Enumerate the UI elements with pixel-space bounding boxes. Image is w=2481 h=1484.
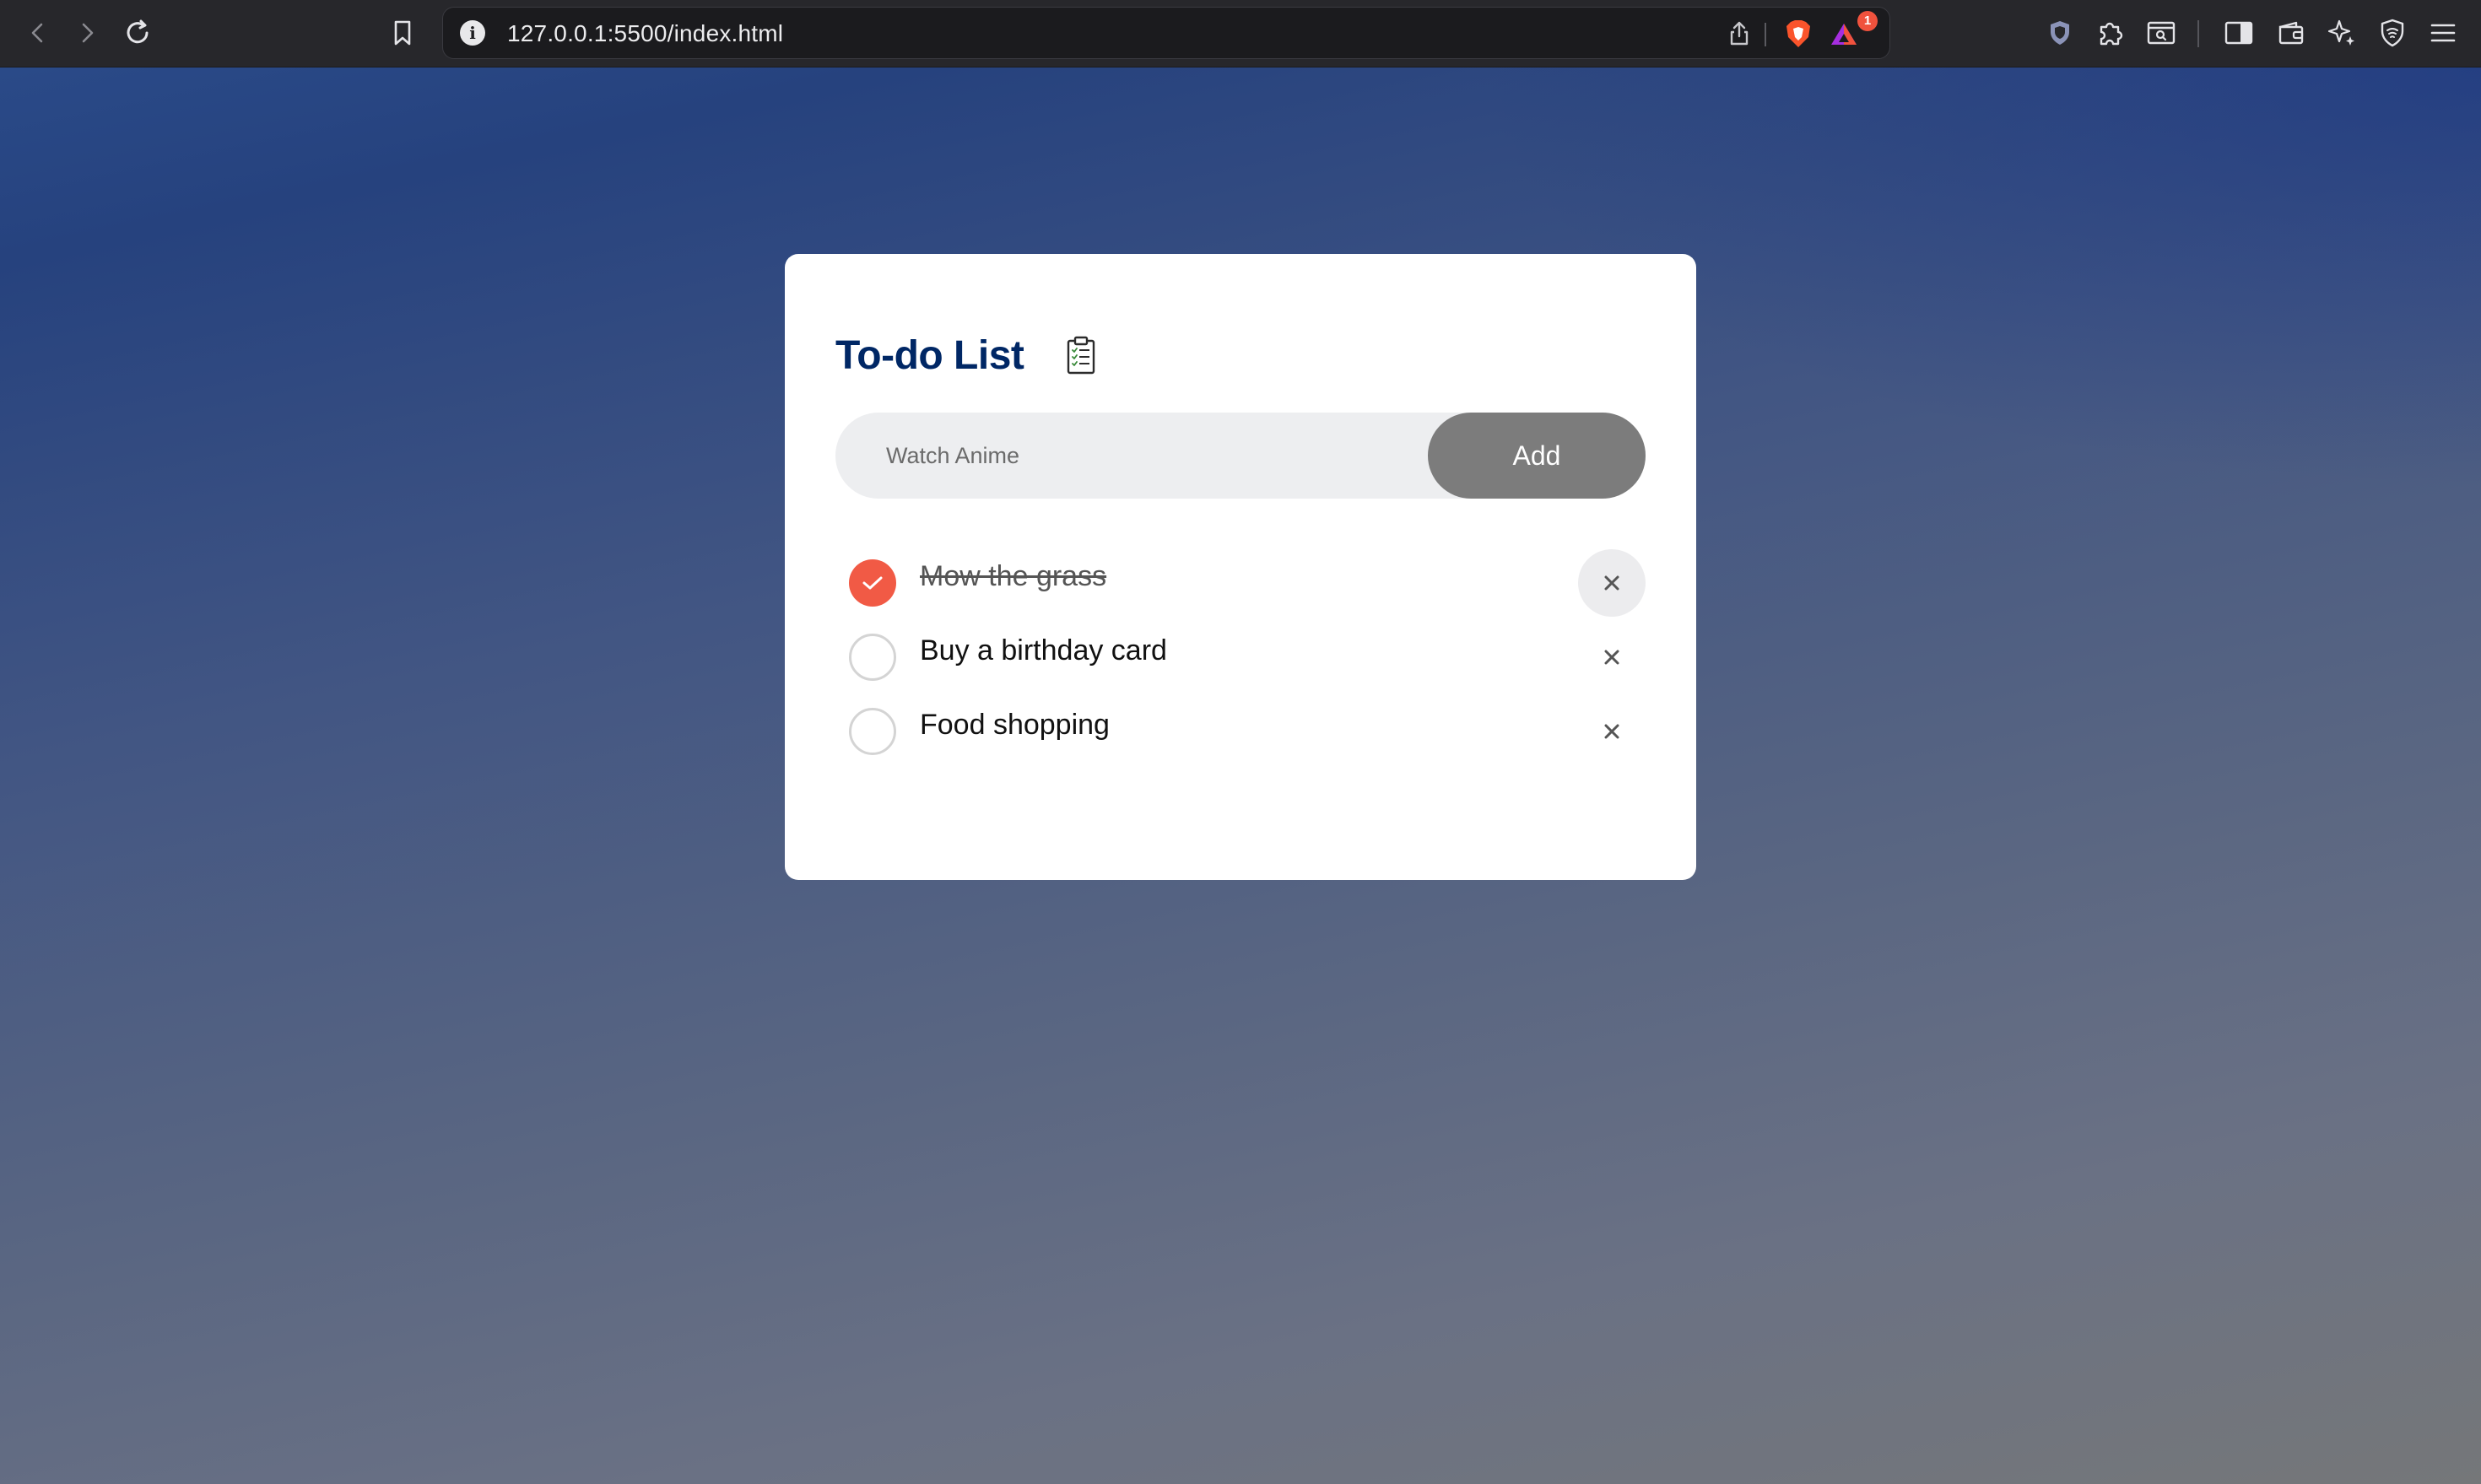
close-icon <box>1604 724 1619 739</box>
task-item[interactable]: Buy a birthday card <box>835 620 1646 694</box>
notification-badge: 1 <box>1857 11 1878 31</box>
remove-task-button[interactable] <box>1578 623 1646 691</box>
url-text[interactable]: 127.0.0.1:5500/index.html <box>507 8 783 60</box>
task-label[interactable]: Food shopping <box>920 706 1110 743</box>
shield-icon[interactable] <box>2370 10 2415 56</box>
browser-toolbar: i 127.0.0.1:5500/index.html 1 <box>0 0 2481 67</box>
clipboard-icon <box>1064 335 1098 375</box>
brave-shields-icon[interactable] <box>1781 17 1815 51</box>
brave-rewards-icon[interactable] <box>1827 17 1861 51</box>
site-info-icon[interactable]: i <box>460 20 485 46</box>
page-title: To-do List <box>835 332 1024 378</box>
task-item[interactable]: Mow the grass <box>835 546 1646 620</box>
task-checkbox-checked[interactable] <box>849 559 896 607</box>
title-row: To-do List <box>835 328 1098 382</box>
reload-icon[interactable] <box>115 10 160 56</box>
task-list: Mow the grass Buy a birthday card Food s… <box>835 546 1646 769</box>
back-icon[interactable] <box>15 10 61 56</box>
add-button[interactable]: Add <box>1428 413 1646 499</box>
close-icon <box>1604 575 1619 591</box>
todo-card: To-do List Add <box>785 254 1696 880</box>
task-input[interactable] <box>886 413 1409 499</box>
close-icon <box>1604 650 1619 665</box>
task-label[interactable]: Mow the grass <box>920 558 1106 595</box>
vpn-icon[interactable] <box>2037 10 2083 56</box>
task-label[interactable]: Buy a birthday card <box>920 632 1167 669</box>
forward-icon[interactable] <box>64 10 110 56</box>
bookmark-icon[interactable] <box>380 10 425 56</box>
task-checkbox[interactable] <box>849 708 896 755</box>
url-separator <box>1765 23 1766 46</box>
remove-task-button[interactable] <box>1578 698 1646 765</box>
page-background: To-do List Add <box>0 67 2481 1484</box>
sidebar-icon[interactable] <box>2216 10 2262 56</box>
task-checkbox[interactable] <box>849 634 896 681</box>
share-icon[interactable] <box>1722 17 1756 51</box>
search-page-icon[interactable] <box>2138 10 2184 56</box>
leo-ai-icon[interactable] <box>2319 10 2365 56</box>
menu-icon[interactable] <box>2420 10 2466 56</box>
wallet-icon[interactable] <box>2268 10 2314 56</box>
toolbar-separator <box>2197 20 2199 47</box>
task-item[interactable]: Food shopping <box>835 694 1646 769</box>
remove-task-button[interactable] <box>1578 549 1646 617</box>
task-input-row: Add <box>835 413 1646 499</box>
checkmark-icon <box>862 576 883 590</box>
address-bar[interactable]: i 127.0.0.1:5500/index.html 1 <box>442 7 1890 59</box>
extensions-icon[interactable] <box>2088 10 2133 56</box>
